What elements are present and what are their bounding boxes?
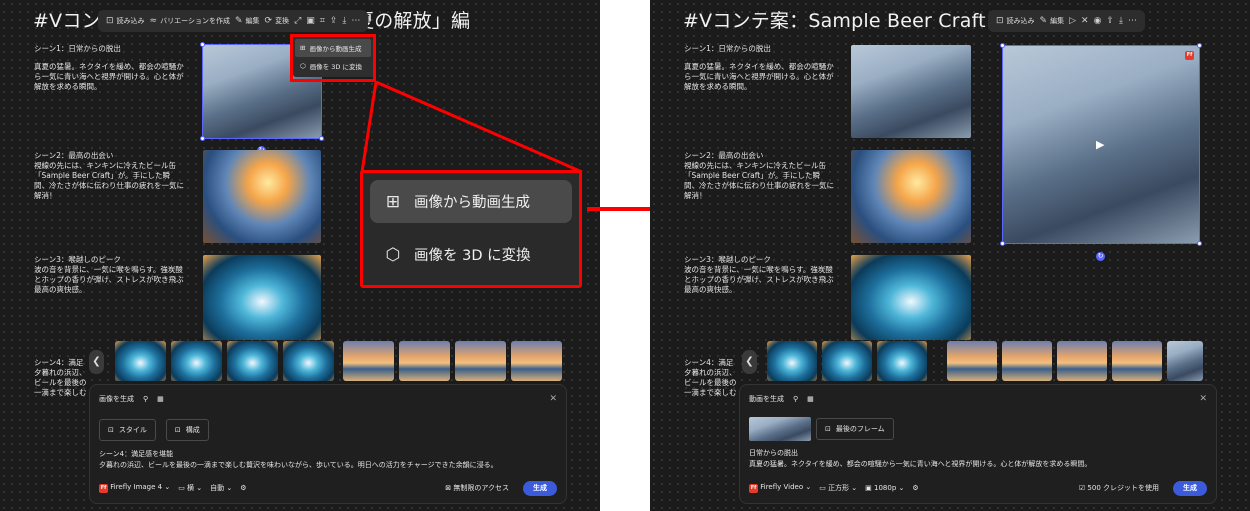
more-icon: ⋯ [1127,16,1137,26]
last-frame-button[interactable]: ⊡ 最後のフレーム [816,418,894,440]
resolution-select[interactable]: ▣ 1080p ⌄ [865,484,904,492]
film-thumb[interactable] [227,341,278,381]
generate-video-panel: 動画を生成 ⚲ ▦ ✕ ⊡ 最後のフレーム 日常からの脱出 真夏の猛暑。ネクタイを… [739,384,1217,504]
qr-icon[interactable]: ▦ [157,395,164,403]
qr-icon[interactable]: ▦ [807,395,814,403]
film-thumb[interactable] [947,341,997,381]
film-thumb[interactable] [171,341,222,381]
zoomed-menu-callout: ⊞ 画像から動画生成 ⬡ 画像を 3D に変換 [360,170,582,288]
panel-title: 画像を生成 [99,395,134,403]
callout-item-image-to-video[interactable]: ⊞ 画像から動画生成 [370,180,572,223]
resize-handle[interactable] [1000,43,1005,48]
mute-icon: ✕ [1081,16,1089,26]
film-thumb[interactable] [455,341,506,381]
prompt-input[interactable]: シーン4：満足感を堪能 夕暮れの浜辺、ビールを最後の一滴まで楽しむ贅沢を味わいな… [99,449,557,471]
scene-1-image[interactable] [851,45,971,138]
selection-box [1000,43,1202,246]
toolbar-download-button[interactable]: ⤓ [1119,16,1123,26]
film-thumb[interactable] [1057,341,1107,381]
resize-handle[interactable] [1197,43,1202,48]
toolbar-import-button[interactable]: ⊡ 読み込み [996,16,1035,26]
video-toolbar: ⊡ 読み込み ✎ 編集 ▷ ✕ ◉ ⇪ ⤓ ⋯ [988,10,1145,32]
toolbar-edit-button[interactable]: ✎ 編集 [1040,16,1065,26]
scene-4: シーン4：満足 夕暮れの浜辺、ビールを最後の一滴まで楽しむ贅沢。明日への活力をチ… [684,358,737,397]
first-frame-thumb[interactable] [749,417,811,441]
download-icon: ⤓ [1118,16,1123,26]
film-thumb[interactable] [767,341,817,381]
film-thumb[interactable] [1112,341,1162,381]
aspect-select[interactable]: ▭ 横 ⌄ [178,483,202,493]
composition-button[interactable]: ⊡ 構成 [165,419,209,441]
wand-icon[interactable]: ⚲ [793,395,798,403]
aspect-select[interactable]: ▭ 正方形 ⌄ [819,483,857,493]
film-thumb[interactable] [1002,341,1052,381]
video-icon: ▷ [1069,16,1077,26]
toolbar-more-button[interactable]: ⋯ [1128,16,1137,26]
generate-button[interactable]: 生成 [1173,480,1207,496]
panel-title: 動画を生成 [749,395,784,403]
composition-icon: ⊡ [174,426,181,434]
prompt-input[interactable]: 日常からの脱出 真夏の猛暑。ネクタイを緩め、都会の喧騒から一気に青い海へと視界が… [749,448,1207,470]
scene-3: シーン3：喉越しのピーク 波の音を背景に、一気に喉を鳴らす。強炭酸とホップの香り… [684,255,834,294]
settings-icon[interactable]: ⚙ [240,484,246,492]
toolbar-mute-button[interactable]: ✕ [1081,16,1089,26]
toolbar-camera-button[interactable]: ◉ [1094,16,1102,26]
generate-image-panel: 画像を生成 ⚲ ▦ ✕ ⊡ スタイル ⊡ 構成 シーン4：満足感を堪能 夕暮れの浜辺… [89,384,567,504]
style-icon: ⊡ [108,426,114,434]
firefly-logo-icon: Ff [749,484,758,493]
cube-icon: ⬡ [385,244,401,265]
toolbar-share-button[interactable]: ⇪ [1106,16,1114,26]
toolbar-video-button[interactable]: ▷ [1069,16,1076,26]
rotate-icon[interactable]: ↻ [1096,252,1105,261]
camera-icon: ◉ [1093,16,1102,26]
filmstrip [767,341,1203,381]
filmstrip-left-arrow[interactable]: ❮ [742,350,757,374]
left-screenshot: #Vコンテ案：Sample Beer Craft「夏の解放」編 ⊡読み込み ≈バ… [0,0,600,511]
film-thumb[interactable] [343,341,394,381]
generate-button[interactable]: 生成 [523,480,557,496]
film-thumb[interactable] [822,341,872,381]
wand-icon[interactable]: ⚲ [143,395,148,403]
firefly-logo-icon: Ff [99,484,108,493]
filmstrip-left-arrow[interactable]: ❮ [89,350,104,374]
model-select[interactable]: Ff Firefly Video ⌄ [749,483,811,493]
film-thumb[interactable] [877,341,927,381]
style-button[interactable]: ⊡ スタイル [99,419,156,441]
film-thumb[interactable] [399,341,450,381]
credits-label: ☑ 500 クレジットを使用 [1078,484,1159,492]
scene-1: シーン1：日常からの脱出 真夏の猛暑。ネクタイを緩め、都会の喧騒から一気に青い海… [684,44,834,91]
model-select[interactable]: Ff Firefly Image 4 ⌄ [99,483,170,493]
settings-icon[interactable]: ⚙ [912,484,918,492]
film-thumb[interactable] [283,341,334,381]
resize-handle[interactable] [1197,241,1202,246]
scene-2-image[interactable] [851,150,971,243]
mode-select[interactable]: 自動 ⌄ [210,483,232,493]
right-screenshot: #Vコンテ案：Sample Beer Craft「夏の解放」編 ⊡ 読み込み ✎ 編… [650,0,1250,511]
share-icon: ⇪ [1106,16,1114,26]
scene-2: シーン2：最高の出会い 視線の先には、キンキンに冷えたビール缶「Sample B… [684,151,834,200]
filmstrip [115,341,562,381]
import-icon: ⊡ [996,16,1004,26]
frame-icon: ⊡ [825,425,831,433]
unlimited-access-label: ⊠ 無制限のアクセス [445,484,509,492]
film-thumb[interactable] [1167,341,1203,381]
close-icon[interactable]: ✕ [549,394,557,404]
scene-3-image[interactable] [851,255,971,340]
video-gen-icon: ⊞ [385,191,401,212]
film-thumb[interactable] [115,341,166,381]
film-thumb[interactable] [511,341,562,381]
edit-icon: ✎ [1039,16,1048,26]
close-icon[interactable]: ✕ [1199,394,1207,404]
callout-item-image-to-3d[interactable]: ⬡ 画像を 3D に変換 [370,233,572,276]
resize-handle[interactable] [1000,241,1005,246]
